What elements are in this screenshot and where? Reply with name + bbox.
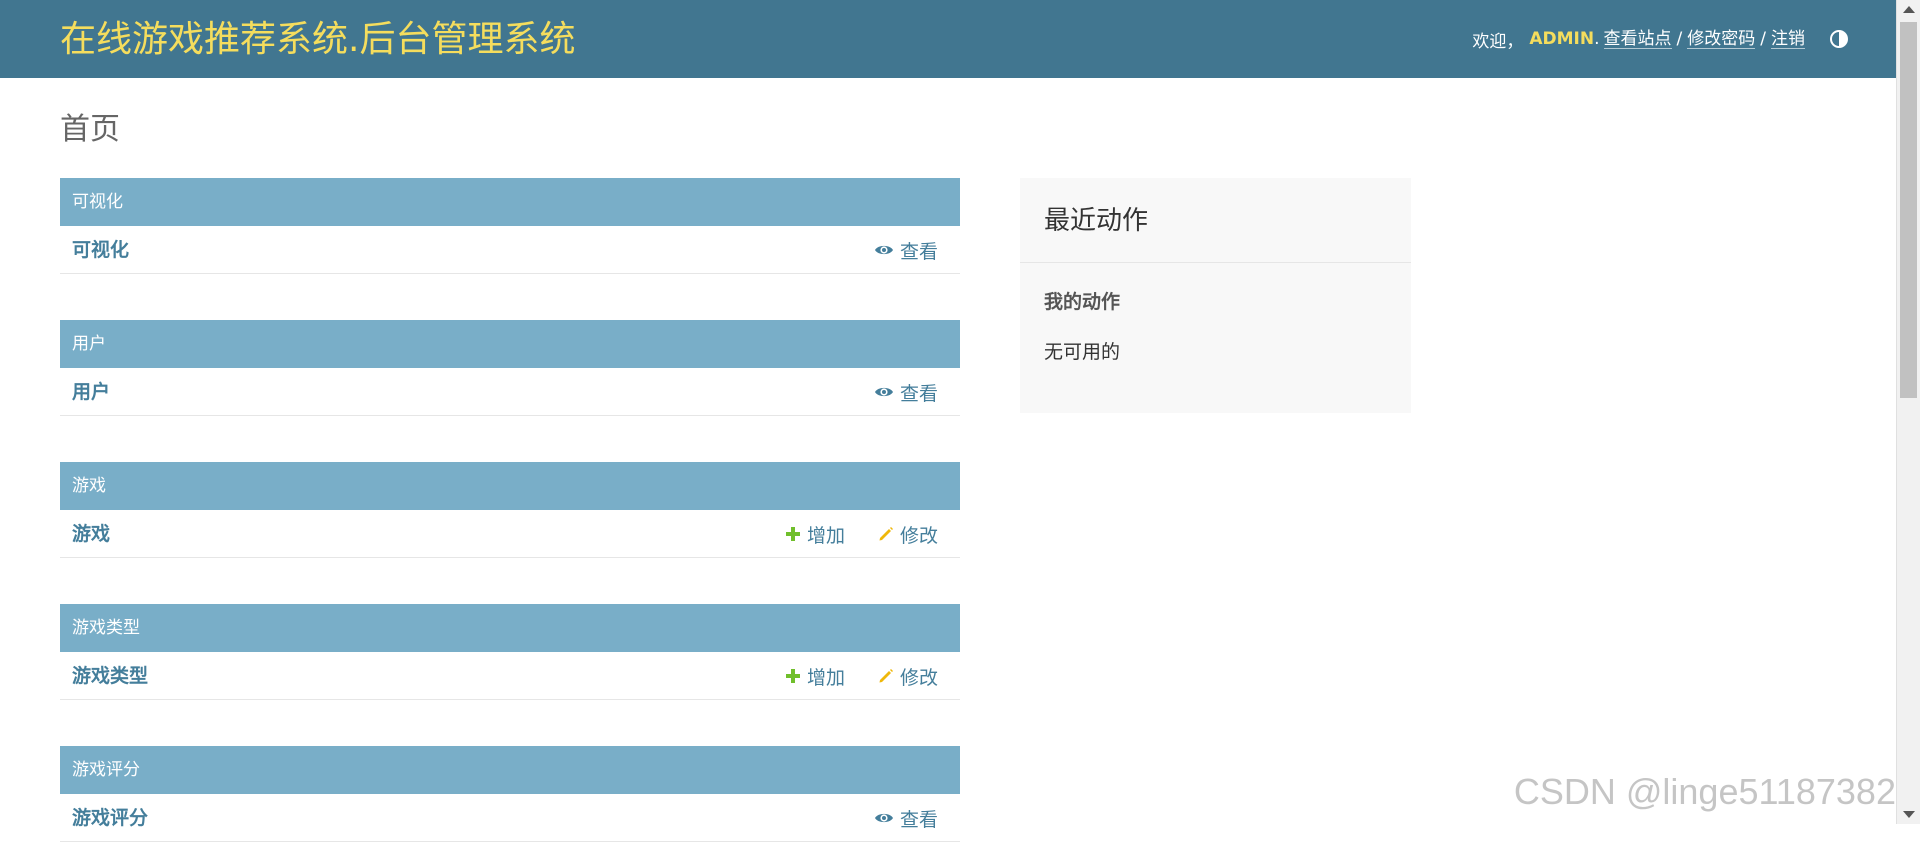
- view-label: 查看: [899, 240, 938, 263]
- recent-actions-title: 最近动作: [1020, 178, 1411, 263]
- add-label: 增加: [806, 666, 845, 689]
- view-label: 查看: [899, 808, 938, 831]
- app-module: 用户 用户 查看: [60, 320, 960, 416]
- theme-toggle-icon[interactable]: [1829, 29, 1849, 49]
- username: ADMIN: [1529, 29, 1595, 49]
- page-title: 首页: [60, 112, 120, 147]
- eye-icon: [874, 813, 893, 823]
- plus-icon: [785, 527, 800, 541]
- no-actions-text: 无可用的: [1044, 341, 1121, 363]
- module-caption[interactable]: 游戏类型: [60, 604, 960, 652]
- row-actions: 查看: [874, 368, 938, 416]
- change-link[interactable]: 修改: [878, 521, 938, 548]
- model-row: 游戏 增加 修改: [60, 510, 960, 558]
- change-link[interactable]: 修改: [878, 663, 938, 690]
- model-link[interactable]: 游戏: [72, 510, 110, 558]
- app-module: 游戏 游戏 增加 修改: [60, 462, 960, 558]
- eye-icon: [874, 387, 893, 397]
- add-link[interactable]: 增加: [785, 521, 845, 548]
- change-label: 修改: [899, 524, 938, 547]
- view-link[interactable]: 查看: [874, 805, 938, 832]
- model-row: 可视化 查看: [60, 226, 960, 274]
- scroll-up-arrow-icon[interactable]: [1903, 6, 1915, 13]
- separator: /: [1676, 29, 1683, 49]
- separator: /: [1760, 29, 1766, 49]
- module-caption[interactable]: 游戏评分: [60, 746, 960, 794]
- module-caption[interactable]: 用户: [60, 320, 960, 368]
- site-title[interactable]: 在线游戏推荐系统.后台管理系统: [60, 18, 575, 62]
- module-caption[interactable]: 可视化: [60, 178, 960, 226]
- model-row: 游戏类型 增加 修改: [60, 652, 960, 700]
- scrollbar-thumb[interactable]: [1900, 22, 1917, 398]
- row-actions: 增加 修改: [785, 510, 938, 558]
- vertical-scrollbar[interactable]: [1896, 0, 1920, 824]
- recent-actions-panel: 最近动作 我的动作 无可用的: [1020, 178, 1411, 413]
- add-label: 增加: [806, 524, 845, 547]
- model-row: 用户 查看: [60, 368, 960, 416]
- row-actions: 增加 修改: [785, 652, 938, 700]
- my-actions-heading: 我的动作: [1044, 291, 1121, 313]
- app-module: 游戏类型 游戏类型 增加 修改: [60, 604, 960, 700]
- module-caption[interactable]: 游戏: [60, 462, 960, 510]
- header: 在线游戏推荐系统.后台管理系统 欢迎， ADMIN . 查看站点 / 修改密码 …: [0, 0, 1896, 78]
- user-tools: 欢迎， ADMIN . 查看站点 / 修改密码 / 注销: [1472, 26, 1896, 52]
- welcome-text: 欢迎，: [1472, 31, 1524, 52]
- model-link[interactable]: 用户: [72, 368, 110, 416]
- change-password-link[interactable]: 修改密码: [1687, 30, 1756, 49]
- pencil-icon: [879, 669, 893, 683]
- view-site-link[interactable]: 查看站点: [1603, 30, 1672, 49]
- model-link[interactable]: 游戏评分: [72, 794, 148, 842]
- app-module: 可视化 可视化 查看: [60, 178, 960, 274]
- logout-link[interactable]: 注销: [1771, 30, 1805, 49]
- row-actions: 查看: [874, 794, 938, 842]
- model-link[interactable]: 游戏类型: [72, 652, 148, 700]
- plus-icon: [785, 669, 800, 683]
- model-link[interactable]: 可视化: [72, 226, 129, 274]
- view-link[interactable]: 查看: [874, 237, 938, 264]
- view-link[interactable]: 查看: [874, 379, 938, 406]
- app-module: 游戏评分 游戏评分 查看: [60, 746, 960, 842]
- username-suffix: .: [1594, 29, 1600, 49]
- model-row: 游戏评分 查看: [60, 794, 960, 842]
- watermark: CSDN @linge511873822: [1513, 771, 1916, 812]
- scroll-down-arrow-icon[interactable]: [1903, 811, 1915, 818]
- pencil-icon: [879, 527, 893, 541]
- row-actions: 查看: [874, 226, 938, 274]
- change-label: 修改: [899, 666, 938, 689]
- add-link[interactable]: 增加: [785, 663, 845, 690]
- eye-icon: [874, 245, 893, 255]
- view-label: 查看: [899, 382, 938, 405]
